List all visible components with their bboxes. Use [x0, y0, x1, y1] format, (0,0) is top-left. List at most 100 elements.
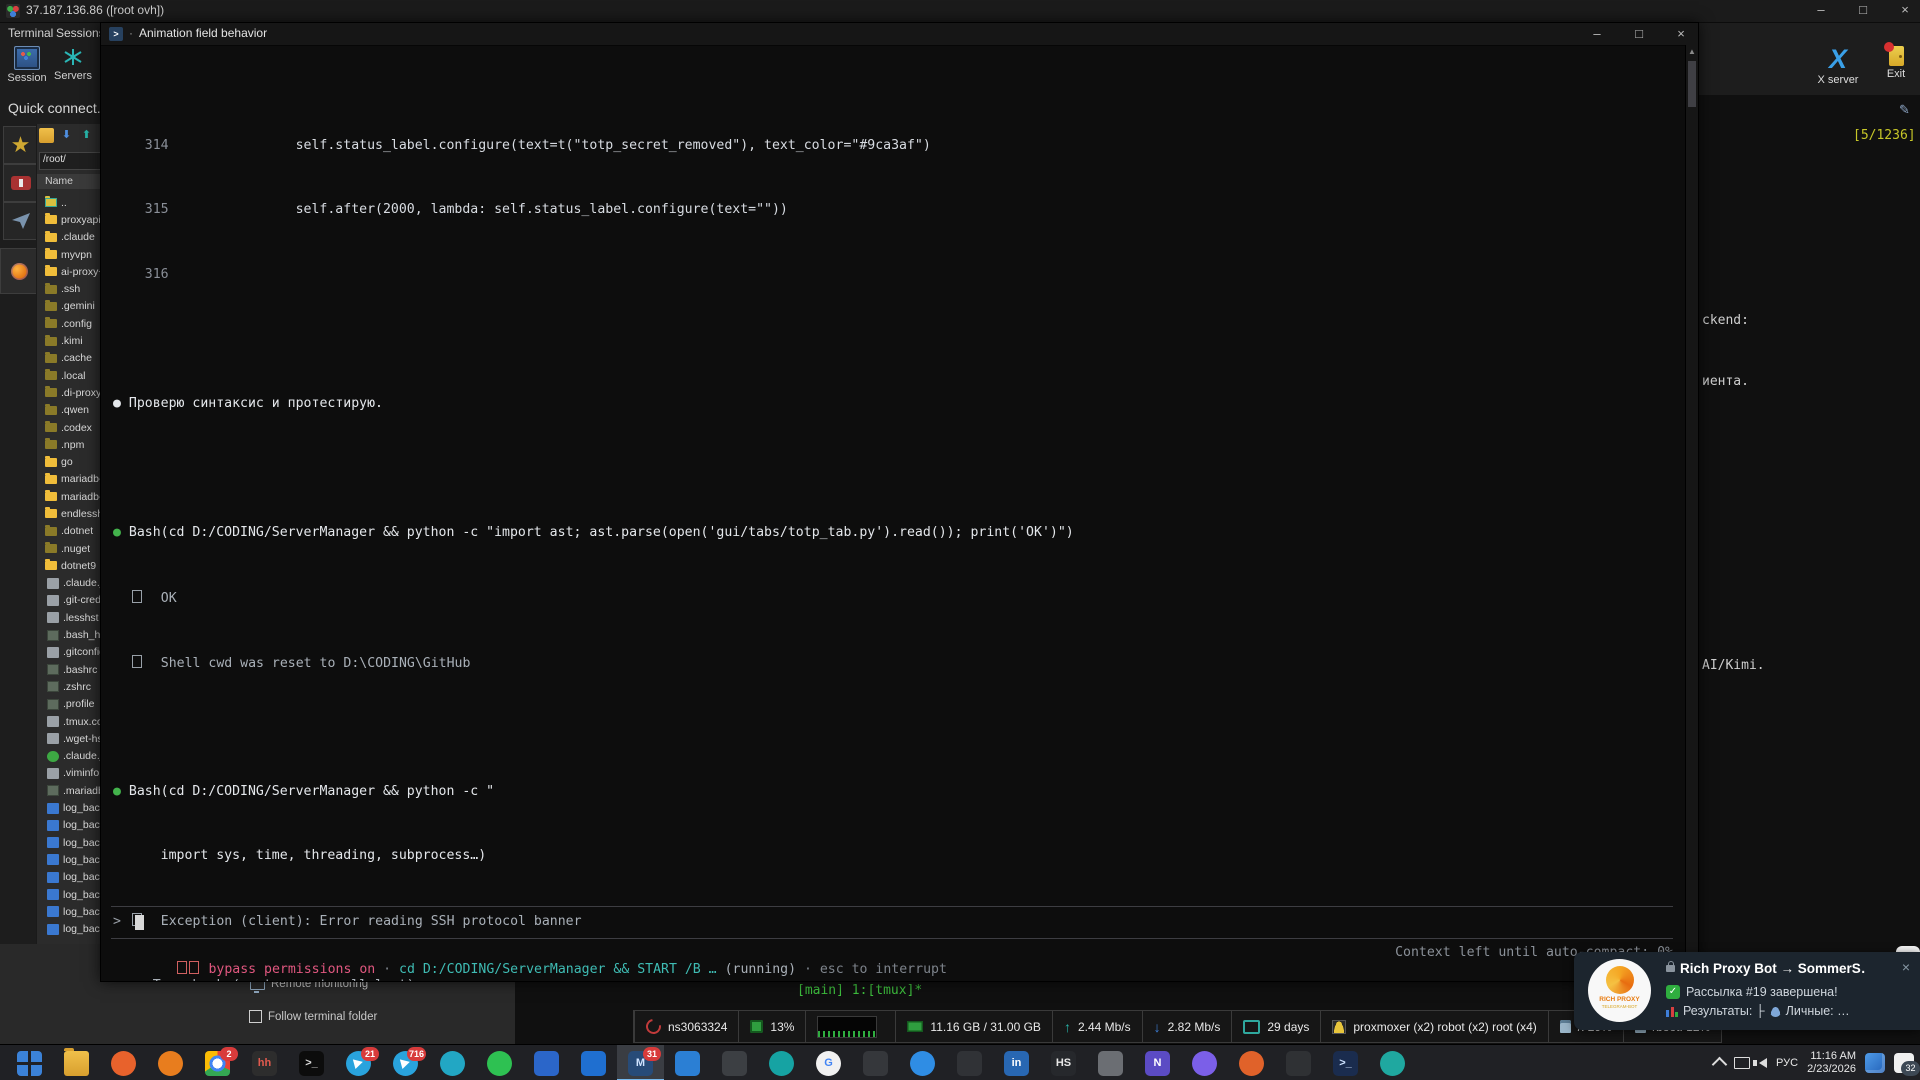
taskbar-app-icon[interactable] — [53, 1045, 100, 1080]
taskbar-app-icon[interactable] — [946, 1045, 993, 1080]
file-row[interactable]: .lesshst — [37, 609, 101, 626]
file-row[interactable]: .profile — [37, 696, 101, 713]
file-row[interactable]: .local — [37, 367, 101, 384]
taskbar-app-icon[interactable]: M 31 — [617, 1045, 664, 1080]
taskbar-app-icon[interactable]: 21 — [335, 1045, 382, 1080]
file-row[interactable]: .mariadb_ — [37, 782, 101, 799]
terminal-maximize-button[interactable]: □ — [1624, 26, 1654, 41]
close-button[interactable]: × — [1890, 2, 1920, 17]
file-row[interactable]: .. — [37, 194, 101, 211]
path-input[interactable]: /root/ — [39, 152, 101, 170]
file-row[interactable]: log_backu — [37, 817, 101, 834]
file-row[interactable]: .claude.js — [37, 748, 101, 765]
file-row[interactable]: log_backu — [37, 886, 101, 903]
file-row[interactable]: myvpn — [37, 246, 101, 263]
taskbar-app-icon[interactable] — [523, 1045, 570, 1080]
download-icon[interactable]: ⬇ — [59, 128, 74, 143]
file-row[interactable]: ai-proxy~ — [37, 263, 101, 280]
t-tools-tab[interactable] — [3, 164, 38, 202]
file-row[interactable]: .bashrc — [37, 661, 101, 678]
file-row[interactable]: mariadb-c — [37, 488, 101, 505]
name-column-header[interactable]: Name — [37, 174, 101, 189]
taskbar-app-icon[interactable] — [476, 1045, 523, 1080]
file-row[interactable]: .gemini — [37, 298, 101, 315]
exit-button[interactable]: Exit — [1876, 44, 1916, 80]
taskbar-app-icon[interactable]: >_ — [288, 1045, 335, 1080]
taskbar-app-icon[interactable]: hh — [241, 1045, 288, 1080]
taskbar-app-icon[interactable] — [664, 1045, 711, 1080]
file-row[interactable]: .config — [37, 315, 101, 332]
file-row[interactable]: log_backu — [37, 799, 101, 816]
session-button[interactable]: Session — [4, 46, 50, 84]
file-row[interactable]: .tmux.con — [37, 713, 101, 730]
file-row[interactable]: .claude — [37, 229, 101, 246]
terminal-scrollbar[interactable]: ▲ — [1685, 45, 1698, 981]
file-row[interactable]: .kimi — [37, 332, 101, 349]
taskbar-app-icon[interactable] — [1181, 1045, 1228, 1080]
quick-settings-icon[interactable] — [1865, 1053, 1885, 1073]
file-row[interactable]: dotnet9 — [37, 557, 101, 574]
terminal-content[interactable]: 314 self.status_label.configure(text=t("… — [101, 45, 1686, 981]
file-row[interactable]: .git-cred — [37, 592, 101, 609]
taskbar-app-icon[interactable]: 716 — [382, 1045, 429, 1080]
terminal-titlebar[interactable]: > · Animation field behavior – □ × — [101, 23, 1698, 46]
file-row[interactable]: .ssh — [37, 280, 101, 297]
taskbar-app-icon[interactable] — [899, 1045, 946, 1080]
notification-center-icon[interactable]: 32 — [1894, 1053, 1914, 1073]
taskbar-app-icon[interactable]: G — [805, 1045, 852, 1080]
taskbar-app-icon[interactable]: 2 — [194, 1045, 241, 1080]
servers-button[interactable]: Servers — [50, 46, 96, 82]
toast-close-icon[interactable]: × — [1902, 959, 1910, 975]
plane-tab[interactable] — [3, 202, 38, 240]
file-row[interactable]: .zshrc — [37, 678, 101, 695]
taskbar-app-icon[interactable]: HS — [1040, 1045, 1087, 1080]
telegram-notification-toast[interactable]: RICH PROXY TELEGRAM-BOT Rich Proxy Bot →… — [1574, 952, 1920, 1030]
pencil-icon[interactable]: ✎ — [1899, 102, 1910, 118]
upload-icon[interactable]: ⬆ — [79, 128, 94, 143]
file-row[interactable]: log_backu — [37, 869, 101, 886]
file-row[interactable]: log_backu — [37, 903, 101, 920]
favorites-tab[interactable]: ★ — [3, 126, 38, 164]
file-row[interactable]: endlessh — [37, 505, 101, 522]
file-row[interactable]: .wget-hst — [37, 730, 101, 747]
clock[interactable]: 11:16 AM 2/23/2026 — [1807, 1050, 1856, 1076]
taskbar-app-icon[interactable] — [570, 1045, 617, 1080]
speaker-icon[interactable] — [1759, 1058, 1767, 1068]
terminal-scroll-thumb[interactable] — [1688, 61, 1696, 107]
taskbar-app-icon[interactable] — [100, 1045, 147, 1080]
taskbar-app-icon[interactable] — [1275, 1045, 1322, 1080]
checkbox-icon[interactable] — [249, 1010, 262, 1023]
file-row[interactable]: log_backu — [37, 834, 101, 851]
file-row[interactable]: .viminfo — [37, 765, 101, 782]
file-row[interactable]: .claude.js — [37, 575, 101, 592]
file-row[interactable]: .qwen — [37, 402, 101, 419]
menu-terminal[interactable]: Terminal — [8, 26, 53, 40]
scroll-up-arrow[interactable]: ▲ — [1686, 47, 1698, 56]
tray-expand-chevron-icon[interactable] — [1712, 1057, 1728, 1073]
file-row[interactable]: .cache — [37, 350, 101, 367]
taskbar-app-icon[interactable]: >_ — [1322, 1045, 1369, 1080]
taskbar-app-icon[interactable] — [6, 1045, 53, 1080]
taskbar-app-icon[interactable] — [1369, 1045, 1416, 1080]
file-row[interactable]: log_backu — [37, 851, 101, 868]
taskbar-app-icon[interactable] — [852, 1045, 899, 1080]
maximize-button[interactable]: □ — [1848, 2, 1878, 17]
taskbar-app-icon[interactable] — [429, 1045, 476, 1080]
folder-up-icon[interactable] — [39, 128, 54, 143]
sftp-tab[interactable] — [0, 248, 37, 294]
taskbar-app-icon[interactable] — [1228, 1045, 1275, 1080]
file-row[interactable]: mariadb-i — [37, 471, 101, 488]
file-row[interactable]: .nuget — [37, 540, 101, 557]
file-row[interactable]: .npm — [37, 436, 101, 453]
terminal-minimize-button[interactable]: – — [1582, 26, 1612, 41]
taskbar-app-icon[interactable] — [711, 1045, 758, 1080]
file-row[interactable]: proxyapi — [37, 211, 101, 228]
minimize-button[interactable]: – — [1806, 2, 1836, 17]
file-row[interactable]: .di-proxy — [37, 384, 101, 401]
file-row[interactable]: .codex — [37, 419, 101, 436]
file-row[interactable]: log_backu — [37, 920, 101, 937]
taskbar-app-icon[interactable] — [758, 1045, 805, 1080]
follow-terminal-folder-checkbox[interactable]: Follow terminal folder — [249, 1010, 377, 1023]
taskbar-app-icon[interactable]: N — [1134, 1045, 1181, 1080]
taskbar-app-icon[interactable] — [147, 1045, 194, 1080]
